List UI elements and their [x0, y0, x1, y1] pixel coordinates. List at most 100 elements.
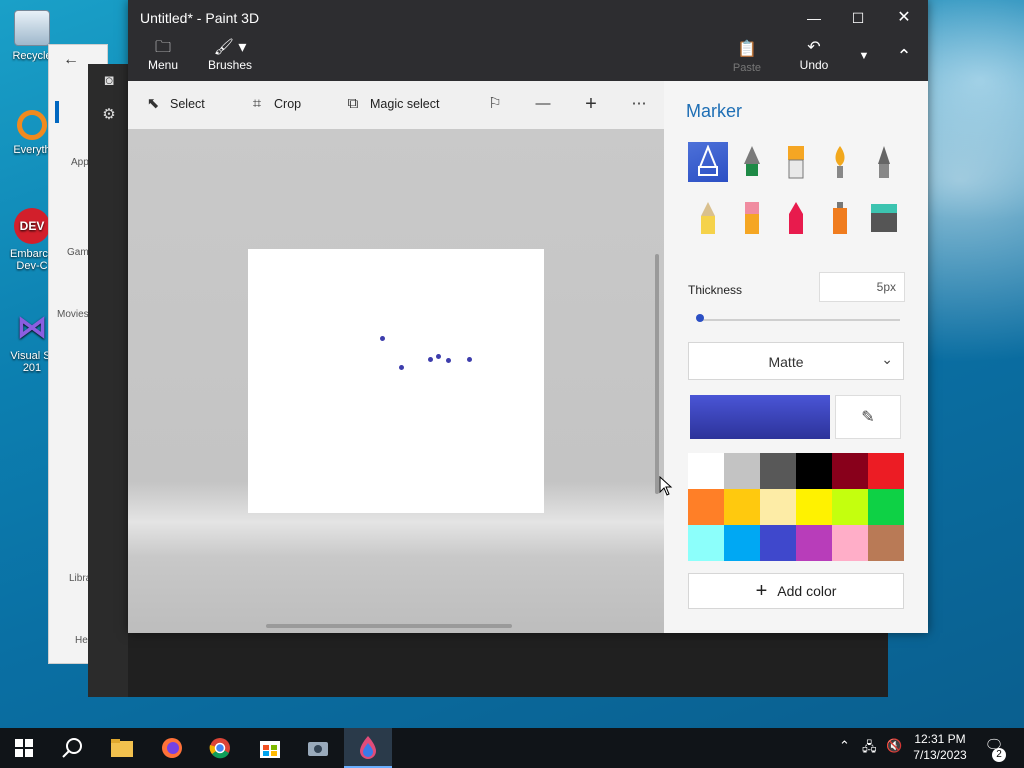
color-swatch[interactable]: [688, 489, 724, 525]
search-magnifier-icon: [17, 110, 47, 140]
menu-button[interactable]: 🗀 Menu: [146, 38, 180, 72]
finish-dropdown[interactable]: Matte ⌄: [688, 342, 904, 380]
settings-nav-item[interactable]: He: [75, 635, 88, 646]
network-icon[interactable]: 🖧: [862, 738, 877, 760]
search-icon: [62, 738, 82, 758]
marker-icon: [698, 145, 718, 176]
color-swatch[interactable]: [724, 525, 760, 561]
color-swatch[interactable]: [796, 453, 832, 489]
color-swatch[interactable]: [832, 525, 868, 561]
select-label: Select: [170, 97, 205, 111]
minimize-button[interactable]: —: [791, 6, 837, 30]
color-swatch[interactable]: [832, 489, 868, 525]
maximize-button[interactable]: ☐: [835, 6, 881, 30]
plus-icon: +: [755, 580, 768, 602]
collapse-ribbon-button[interactable]: ⌃: [892, 46, 916, 66]
marker-dot: [428, 357, 433, 362]
add-color-button[interactable]: + Add color: [688, 573, 904, 609]
color-swatch[interactable]: [868, 453, 904, 489]
camera-sidebar: ◙ ⚙: [88, 64, 128, 697]
watercolor-brush[interactable]: [820, 142, 860, 182]
home-icon[interactable]: [55, 101, 59, 123]
color-swatch[interactable]: [760, 525, 796, 561]
thickness-input[interactable]: 5px: [819, 272, 905, 302]
settings-nav-item[interactable]: Gam: [67, 247, 89, 258]
color-swatch[interactable]: [868, 525, 904, 561]
show-hidden-icons-button[interactable]: ⌃: [839, 738, 850, 754]
settings-nav-item[interactable]: Movies: [57, 309, 89, 320]
settings-nav-item[interactable]: App: [71, 157, 89, 168]
color-swatch[interactable]: [868, 489, 904, 525]
dev-cpp-icon: DEV: [14, 208, 50, 244]
magic-select-tool[interactable]: ⧉ Magic select: [344, 95, 440, 113]
system-clock[interactable]: 12:31 PM 7/13/2023: [905, 731, 975, 763]
zoom-out-button[interactable]: —: [534, 95, 552, 113]
more-options-button[interactable]: ⋯: [630, 95, 648, 113]
gear-icon[interactable]: ⚙: [100, 106, 118, 124]
clipboard-icon: 📋: [737, 41, 757, 58]
camera-icon[interactable]: ◙: [100, 72, 118, 90]
flag-button[interactable]: ⚐: [486, 95, 504, 113]
pencil-icon: [701, 202, 715, 234]
color-swatch[interactable]: [724, 453, 760, 489]
history-dropdown-button[interactable]: ▼: [854, 46, 874, 66]
canvas-area[interactable]: [128, 129, 664, 633]
folder-icon: [111, 739, 133, 757]
color-swatch[interactable]: [796, 525, 832, 561]
pencil-brush[interactable]: [688, 198, 728, 238]
mouse-cursor-icon: [659, 476, 673, 496]
fill-brush[interactable]: [864, 198, 904, 238]
color-swatch[interactable]: [760, 489, 796, 525]
select-tool[interactable]: ⬉ Select: [144, 95, 205, 113]
spray-can-icon: [833, 202, 847, 234]
eraser-brush[interactable]: [732, 198, 772, 238]
brushes-button[interactable]: 🖌 ▾ Brushes: [208, 38, 252, 72]
crop-icon: ⌗: [252, 95, 262, 112]
calligraphy-pen-brush[interactable]: [732, 142, 772, 182]
close-button[interactable]: ✕: [881, 6, 927, 30]
taskbar-store[interactable]: [246, 728, 294, 768]
thickness-slider-thumb[interactable]: [696, 314, 704, 322]
back-arrow-icon[interactable]: ←: [63, 51, 79, 69]
color-swatch[interactable]: [760, 453, 796, 489]
search-button[interactable]: [48, 728, 96, 768]
minus-icon: —: [535, 95, 551, 112]
color-swatch[interactable]: [724, 489, 760, 525]
crop-tool[interactable]: ⌗ Crop: [248, 95, 301, 113]
store-icon: [260, 741, 280, 758]
thickness-slider-track[interactable]: [698, 319, 900, 321]
undo-button[interactable]: ↶ Undo: [797, 38, 831, 72]
menu-label: Menu: [147, 58, 179, 72]
taskbar-firefox[interactable]: [148, 728, 196, 768]
eyedropper-button[interactable]: ✎: [835, 395, 901, 439]
marker-brush[interactable]: [688, 142, 728, 182]
recycle-bin-icon: [14, 10, 50, 46]
color-swatch[interactable]: [832, 453, 868, 489]
canvas-toolbar: ⬉ Select ⌗ Crop ⧉ Magic select ⚐ — + ⋯: [128, 81, 664, 129]
spray-can-brush[interactable]: [820, 198, 860, 238]
drawing-canvas[interactable]: [248, 249, 544, 513]
pixel-pen-brush[interactable]: [864, 142, 904, 182]
paint3d-window[interactable]: Untitled* - Paint 3D — ☐ ✕ 🗀 Menu 🖌 ▾ Br…: [128, 0, 928, 633]
vertical-scrollbar[interactable]: [655, 254, 659, 494]
taskbar-chrome[interactable]: [196, 728, 244, 768]
watercolor-icon: [835, 146, 845, 178]
volume-muted-icon[interactable]: 🔇: [886, 738, 902, 754]
fill-bucket-icon: [871, 204, 897, 232]
undo-label: Undo: [799, 58, 829, 72]
taskbar-paint3d[interactable]: [344, 728, 392, 768]
paste-button[interactable]: 📋 Paste: [730, 40, 764, 74]
color-swatch[interactable]: [796, 489, 832, 525]
color-swatch[interactable]: [688, 453, 724, 489]
horizontal-scrollbar[interactable]: [266, 624, 512, 628]
start-button[interactable]: [0, 728, 48, 768]
title-bar: Untitled* - Paint 3D — ☐ ✕ 🗀 Menu 🖌 ▾ Br…: [128, 0, 928, 81]
taskbar-file-explorer[interactable]: [98, 728, 146, 768]
selected-color-preview[interactable]: [690, 395, 830, 439]
taskbar-camera[interactable]: [294, 728, 342, 768]
crayon-brush[interactable]: [776, 198, 816, 238]
zoom-in-button[interactable]: +: [582, 94, 600, 114]
action-center-button[interactable]: 🗨 2: [980, 736, 1008, 762]
color-swatch[interactable]: [688, 525, 724, 561]
oil-brush[interactable]: [776, 142, 816, 182]
